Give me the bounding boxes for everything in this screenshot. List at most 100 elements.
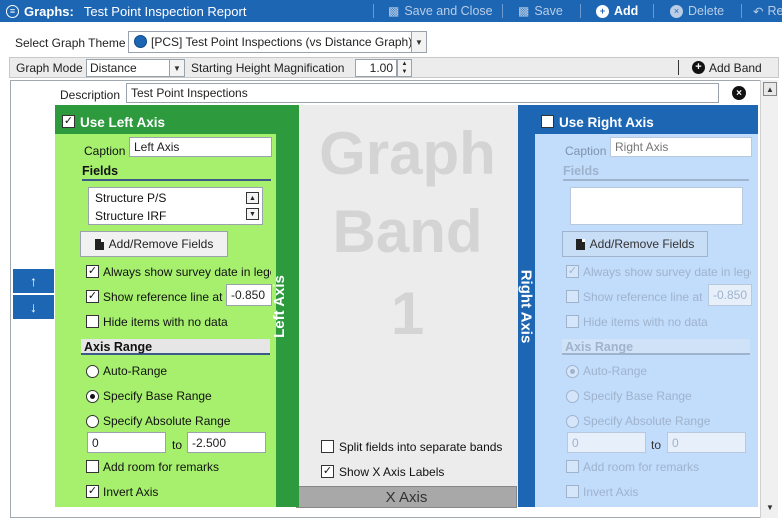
right-base-range-radio[interactable]: [566, 390, 579, 403]
left-ref-input[interactable]: -0.850: [226, 284, 272, 306]
globe-icon: [134, 35, 147, 48]
right-range-to-label: to: [651, 438, 662, 452]
window-title: ≡ Graphs: Test Point Inspection Report: [0, 4, 246, 19]
scroll-down-icon[interactable]: ▼: [763, 500, 777, 514]
move-band-down-button[interactable]: ↓: [13, 295, 54, 319]
split-fields-label: Split fields into separate bands: [339, 440, 503, 454]
magnification-value: 1.00: [369, 61, 393, 75]
stepper-up-icon[interactable]: ▲: [402, 60, 408, 68]
list-item[interactable]: Structure P/S: [95, 191, 166, 205]
description-input[interactable]: Test Point Inspections: [126, 83, 719, 103]
right-hide-items-checkbox[interactable]: [566, 315, 579, 328]
left-base-range-radio[interactable]: [86, 390, 99, 403]
right-auto-range-radio[interactable]: [566, 365, 579, 378]
theme-value: [PCS] Test Point Inspections (vs Distanc…: [151, 35, 413, 49]
right-add-room-label: Add room for remarks: [583, 460, 700, 474]
right-range-from-input[interactable]: 0: [567, 432, 646, 453]
magnification-stepper[interactable]: ▲ ▼: [397, 59, 412, 77]
save-button[interactable]: ▩ Save: [518, 0, 563, 22]
description-label: Description: [60, 88, 121, 102]
right-absolute-range-radio[interactable]: [566, 415, 579, 428]
delete-button[interactable]: × Delete: [670, 0, 724, 22]
left-hide-items-checkbox[interactable]: [86, 315, 99, 328]
left-absolute-range-radio[interactable]: [86, 415, 99, 428]
left-caption-value: Left Axis: [134, 140, 180, 154]
right-ref-input[interactable]: -0.850: [708, 284, 752, 306]
left-range-to-value: -2.500: [192, 435, 227, 450]
right-hide-items-label: Hide items with no data: [583, 315, 708, 329]
right-show-ref-checkbox[interactable]: [566, 290, 579, 303]
right-add-room-checkbox[interactable]: [566, 460, 579, 473]
list-scroll-up-icon[interactable]: ▲: [246, 192, 259, 204]
left-caption-input[interactable]: Left Axis: [129, 137, 272, 157]
right-axis-vertical-label: Right Axis: [517, 269, 535, 344]
graph-band-word-1: Graph: [319, 120, 496, 187]
x-circle-icon: ×: [670, 4, 683, 18]
left-ref-value: -0.850: [231, 288, 266, 302]
right-caption-input[interactable]: [610, 137, 752, 157]
vertical-scrollbar[interactable]: ▲ ▼: [760, 80, 778, 518]
left-add-remove-fields-button[interactable]: Add/Remove Fields: [80, 231, 228, 257]
left-auto-range-radio[interactable]: [86, 365, 99, 378]
redo-button[interactable]: ↶ Re: [753, 0, 782, 22]
stepper-down-icon[interactable]: ▼: [402, 68, 408, 76]
chevron-down-icon[interactable]: ▼: [411, 32, 426, 52]
right-range-from-value: 0: [572, 435, 579, 450]
left-add-room-label: Add room for remarks: [103, 460, 220, 474]
left-fields-list[interactable]: Structure P/S Structure IRF ▲ ▼: [88, 187, 263, 225]
right-add-remove-fields-button[interactable]: Add/Remove Fields: [562, 231, 708, 257]
theme-label: Select Graph Theme: [15, 36, 126, 50]
use-left-axis-checkbox[interactable]: ✓: [62, 115, 75, 128]
move-band-up-button[interactable]: ↑: [13, 269, 54, 293]
save-label: Save: [534, 4, 563, 18]
title-bar: ≡ Graphs: Test Point Inspection Report ▩…: [0, 0, 782, 22]
left-caption-label: Caption: [84, 144, 126, 158]
right-invert-axis-label: Invert Axis: [583, 485, 639, 499]
graph-mode-label: Graph Mode: [16, 61, 83, 75]
arrow-down-icon: ↓: [30, 299, 37, 315]
close-circle-icon[interactable]: ×: [732, 86, 746, 100]
left-show-ref-checkbox[interactable]: ✓: [86, 290, 99, 303]
left-axis-vertical-label: Left Axis: [270, 275, 288, 338]
left-range-to-input[interactable]: -2.500: [187, 432, 266, 453]
right-fields-list[interactable]: [570, 187, 743, 225]
right-axis-range-header: Axis Range: [562, 339, 750, 355]
right-range-to-value: 0: [672, 435, 679, 450]
show-x-labels-checkbox[interactable]: ✓: [321, 465, 334, 478]
right-range-to-input[interactable]: 0: [667, 432, 746, 453]
save-and-close-button[interactable]: ▩ Save and Close: [388, 0, 493, 22]
right-always-show-checkbox[interactable]: ✓: [566, 265, 579, 278]
left-invert-axis-checkbox[interactable]: ✓: [86, 485, 99, 498]
magnification-input[interactable]: 1.00: [355, 59, 397, 77]
scroll-up-icon[interactable]: ▲: [763, 82, 777, 96]
redo-label: Re: [767, 4, 782, 18]
split-fields-checkbox[interactable]: [321, 440, 334, 453]
right-show-ref-label: Show reference line at: [583, 290, 703, 304]
left-base-range-label: Specify Base Range: [103, 389, 212, 403]
add-button[interactable]: + Add: [596, 0, 638, 22]
right-ref-value: -0.850: [713, 288, 748, 302]
left-range-from-input[interactable]: 0: [87, 432, 166, 453]
left-fields-header: Fields: [82, 164, 271, 181]
save-and-close-label: Save and Close: [404, 4, 493, 18]
left-add-room-checkbox[interactable]: [86, 460, 99, 473]
use-right-axis-checkbox[interactable]: [541, 115, 554, 128]
left-show-ref-label: Show reference line at: [103, 290, 223, 304]
arrow-up-icon: ↑: [30, 273, 37, 289]
toolbar-divider: [678, 60, 679, 75]
graph-mode-value: Distance: [90, 61, 137, 75]
list-item[interactable]: Structure IRF: [95, 209, 166, 223]
chevron-down-icon[interactable]: ▼: [169, 60, 184, 76]
graph-mode-select[interactable]: Distance ▼: [86, 59, 185, 77]
graph-band-word-2: Band: [332, 198, 483, 265]
add-band-button[interactable]: + Add Band: [692, 58, 770, 77]
magnification-label: Starting Height Magnification: [191, 61, 345, 75]
theme-select[interactable]: [PCS] Test Point Inspections (vs Distanc…: [128, 31, 427, 53]
left-hide-items-label: Hide items with no data: [103, 315, 228, 329]
right-fields-header: Fields: [563, 164, 749, 181]
right-invert-axis-checkbox[interactable]: [566, 485, 579, 498]
list-scroll-down-icon[interactable]: ▼: [246, 208, 259, 220]
left-always-show-checkbox[interactable]: ✓: [86, 265, 99, 278]
left-add-remove-label: Add/Remove Fields: [108, 237, 214, 251]
right-add-remove-label: Add/Remove Fields: [589, 237, 695, 251]
